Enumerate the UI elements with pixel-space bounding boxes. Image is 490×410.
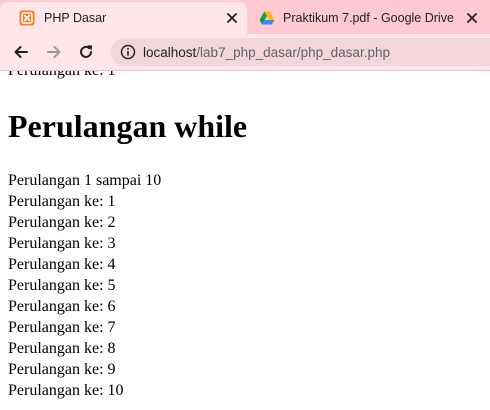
- loop-line: Perulangan ke: 3: [8, 235, 116, 252]
- xampp-icon: [19, 10, 35, 26]
- tab-google-drive[interactable]: Praktikum 7.pdf - Google Drive: [247, 2, 490, 34]
- partial-line: Perulangan ke: 1: [8, 71, 116, 81]
- close-icon[interactable]: [464, 10, 480, 26]
- google-drive-icon: [259, 11, 275, 25]
- address-bar[interactable]: localhost/lab7_php_dasar/php_dasar.php: [111, 38, 490, 66]
- loop-line: Perulangan ke: 10: [8, 382, 124, 399]
- tab-title: Praktikum 7.pdf - Google Drive: [283, 11, 454, 25]
- close-icon[interactable]: [224, 10, 240, 26]
- tab-title: PHP Dasar: [44, 11, 107, 25]
- loop-line: Perulangan ke: 8: [8, 340, 116, 357]
- back-button[interactable]: [9, 40, 33, 64]
- forward-button[interactable]: [42, 40, 66, 64]
- loop-line: Perulangan ke: 9: [8, 361, 116, 378]
- loop-output: Perulangan 1 sampai 10 Perulangan ke: 1 …: [8, 170, 161, 401]
- url-path: /lab7_php_dasar/php_dasar.php: [196, 44, 390, 60]
- loop-line: Perulangan ke: 4: [8, 256, 116, 273]
- loop-line: Perulangan ke: 2: [8, 214, 116, 231]
- loop-line: Perulangan ke: 6: [8, 298, 116, 315]
- url-host: localhost: [143, 44, 197, 60]
- tab-strip: PHP Dasar Praktikum 7.pdf - Google Drive: [0, 0, 490, 34]
- loop-intro: Perulangan 1 sampai 10: [8, 172, 162, 189]
- reload-button[interactable]: [74, 40, 98, 64]
- loop-line: Perulangan ke: 1: [8, 193, 116, 210]
- loop-line: Perulangan ke: 5: [8, 277, 116, 294]
- arrow-right-icon: [47, 46, 61, 58]
- reload-icon: [80, 45, 93, 58]
- browser-toolbar: localhost/lab7_php_dasar/php_dasar.php: [0, 34, 490, 71]
- arrow-left-icon: [14, 46, 28, 58]
- info-icon[interactable]: [120, 44, 136, 60]
- page-content: Perulangan ke: 1 Perulangan while Perula…: [0, 71, 490, 410]
- tab-php-dasar[interactable]: PHP Dasar: [0, 2, 247, 34]
- page-heading: Perulangan while: [8, 108, 248, 144]
- url-text[interactable]: localhost/lab7_php_dasar/php_dasar.php: [143, 45, 390, 60]
- loop-line: Perulangan ke: 7: [8, 319, 116, 336]
